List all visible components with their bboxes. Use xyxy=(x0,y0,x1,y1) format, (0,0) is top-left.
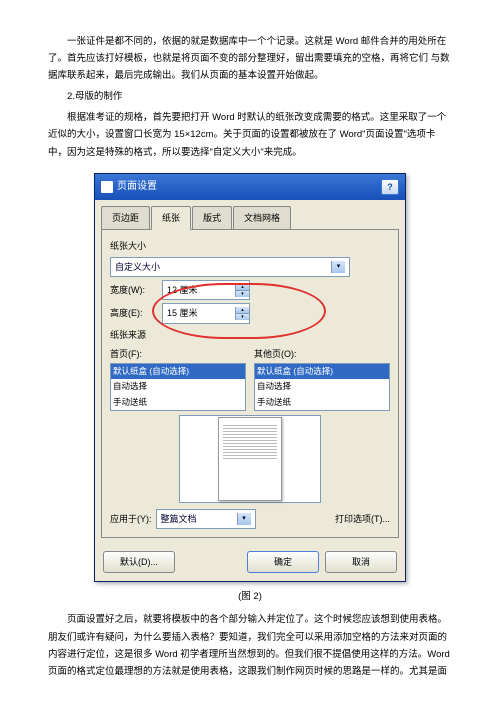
dialog-titlebar: 页面设置 ? xyxy=(95,174,405,200)
chevron-down-icon: ▾ xyxy=(237,513,251,525)
tab-body: 纸张大小 自定义大小▾ 宽度(W): 12 厘米 ▴▾ 高度(E): xyxy=(101,229,399,538)
chevron-down-icon: ▾ xyxy=(331,261,345,273)
figure-caption: (图 2) xyxy=(48,588,452,605)
ok-button[interactable]: 确定 xyxy=(247,551,319,573)
paragraph-1: 一张证件是都不同的，依据的就是数据库中一个个记录。这就是 Word 邮件合并的用… xyxy=(48,33,452,84)
spin-up-icon[interactable]: ▴ xyxy=(236,284,249,291)
page-setup-dialog: 页面设置 ? 页边距 纸张 版式 文档网格 纸张大小 自定义大小▾ 宽度(W xyxy=(94,173,406,583)
tab-margins[interactable]: 页边距 xyxy=(101,206,150,230)
height-spinner[interactable]: 15 厘米 ▴▾ xyxy=(162,303,250,323)
other-pages-list[interactable]: 默认纸盒 (自动选择) 自动选择 手动送纸 xyxy=(254,363,390,411)
paragraph-3: 页面设置好之后，就要将模板中的各个部分输入并定位了。这个时候您应该想到使用表格。… xyxy=(48,611,452,679)
preview-page-icon xyxy=(218,417,282,501)
tab-strip: 页边距 纸张 版式 文档网格 xyxy=(95,200,405,230)
paper-size-dropdown[interactable]: 自定义大小▾ xyxy=(110,257,350,277)
print-options-link[interactable]: 打印选项(T)... xyxy=(335,511,390,527)
first-page-list[interactable]: 默认纸盒 (自动选择) 自动选择 手动送纸 xyxy=(110,363,246,411)
subheading: 2.母版的制作 xyxy=(48,88,452,105)
help-button[interactable]: ? xyxy=(381,179,399,195)
apply-to-dropdown[interactable]: 整篇文档▾ xyxy=(156,509,256,529)
width-label: 宽度(W): xyxy=(110,282,158,298)
preview-pane xyxy=(179,415,321,503)
spin-down-icon[interactable]: ▾ xyxy=(236,291,249,297)
cancel-button[interactable]: 取消 xyxy=(325,551,397,573)
height-label: 高度(E): xyxy=(110,305,158,321)
tab-grid[interactable]: 文档网格 xyxy=(233,206,291,230)
paper-size-label: 纸张大小 xyxy=(110,238,390,254)
spin-down-icon[interactable]: ▾ xyxy=(236,314,249,320)
first-page-label: 首页(F): xyxy=(110,346,246,362)
tab-layout[interactable]: 版式 xyxy=(192,206,232,230)
paragraph-2: 根据准考证的规格，首先要把打开 Word 时默认的纸张改变成需要的格式。这里采取… xyxy=(48,109,452,160)
dialog-title: 页面设置 xyxy=(117,178,157,196)
apply-to-label: 应用于(Y): xyxy=(110,511,152,527)
paper-source-label: 纸张来源 xyxy=(110,327,390,343)
tab-paper[interactable]: 纸张 xyxy=(151,206,191,230)
figure-2: 页面设置 ? 页边距 纸张 版式 文档网格 纸张大小 自定义大小▾ 宽度(W xyxy=(48,173,452,583)
spin-up-icon[interactable]: ▴ xyxy=(236,307,249,314)
other-pages-label: 其他页(O): xyxy=(254,346,390,362)
width-spinner[interactable]: 12 厘米 ▴▾ xyxy=(162,280,250,300)
default-button[interactable]: 默认(D)... xyxy=(103,551,175,573)
dialog-icon xyxy=(101,181,113,193)
